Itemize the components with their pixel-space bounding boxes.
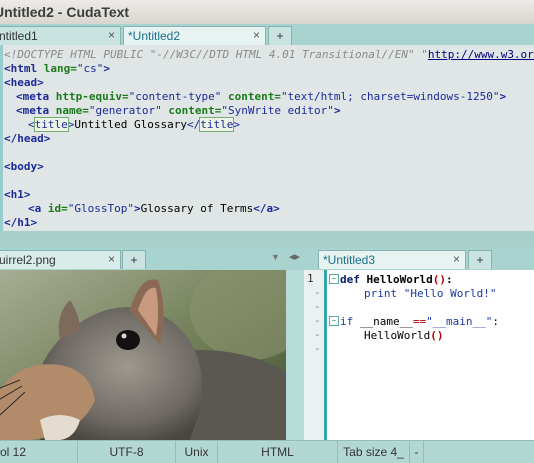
gutter-dot: - <box>314 286 321 299</box>
tab-label: ntitled1 <box>0 29 38 43</box>
code-line: <head> <box>4 76 44 89</box>
status-line-ending[interactable]: Unix <box>176 441 218 463</box>
tab-label: uirrel2.png <box>0 253 56 267</box>
status-lexer[interactable]: HTML <box>218 441 338 463</box>
line-number: 1 <box>307 272 314 285</box>
code-line: def HelloWorld(): <box>340 273 453 286</box>
close-icon[interactable]: × <box>108 28 115 42</box>
code-line: </h1> <box>4 216 38 229</box>
window-title: Untitled2 - CudaText <box>0 4 130 20</box>
url-link[interactable]: http://www.w3.org/TR/htm <box>428 48 534 61</box>
gutter-dot: - <box>314 342 321 355</box>
fold-toggle-icon[interactable]: − <box>329 274 339 284</box>
status-position[interactable]: ol 12 <box>0 441 78 463</box>
status-tab-size[interactable]: Tab size 4_ <box>338 441 410 463</box>
horizontal-splitter[interactable] <box>0 231 534 247</box>
code-line: <!DOCTYPE HTML PUBLIC "-//W3C//DTD HTML … <box>4 48 534 62</box>
gutter-dot: - <box>314 314 321 327</box>
status-encoding[interactable]: UTF-8 <box>78 441 176 463</box>
code-line: HelloWorld() <box>364 329 444 342</box>
tab-label: *Untitled2 <box>128 29 181 43</box>
code-line: <meta http-equiv="content-type" content=… <box>16 90 507 103</box>
split-arrows-icon[interactable]: ◂▸ <box>289 250 300 263</box>
title-bar: Untitled2 - CudaText <box>0 0 534 24</box>
plus-icon: + <box>476 253 484 267</box>
gutter-dot: - <box>314 300 321 313</box>
line-number-gutter: 1 - - - - - <box>304 270 324 440</box>
current-line-marker <box>324 270 327 440</box>
add-tab-button[interactable]: + <box>122 250 146 269</box>
add-tab-button[interactable]: + <box>468 250 492 269</box>
code-line: </head> <box>4 132 51 145</box>
add-tab-button[interactable]: + <box>268 26 292 45</box>
close-icon[interactable]: × <box>253 28 260 42</box>
tab-untitled2[interactable]: *Untitled2 × <box>123 26 266 45</box>
code-line: <body> <box>4 160 44 173</box>
code-line: print "Hello World!" <box>364 287 497 300</box>
gutter-dot: - <box>314 328 321 341</box>
tab-list-dropdown-icon[interactable]: ▼ <box>271 252 280 262</box>
bottom-left-tab-bar: uirrel2.png × + ▼ ◂▸ <box>0 247 304 270</box>
code-line: <h1> <box>4 188 31 201</box>
code-line: <title>Untitled Glossary</title> <box>28 117 240 132</box>
bottom-right-tab-bar: *Untitled3 × + <box>304 247 534 270</box>
close-icon[interactable]: × <box>453 252 460 266</box>
code-line: <html lang="cs"> <box>4 62 110 75</box>
close-icon[interactable]: × <box>108 252 115 266</box>
status-bar: ol 12 UTF-8 Unix HTML Tab size 4_ - <box>0 440 534 463</box>
html-editor[interactable]: <!DOCTYPE HTML PUBLIC "-//W3C//DTD HTML … <box>0 45 534 231</box>
python-editor[interactable]: 1 - - - - - − − def HelloWorld(): print … <box>304 270 534 440</box>
squirrel-image <box>0 270 286 440</box>
tab-label: *Untitled3 <box>323 253 376 267</box>
editor-gutter <box>0 45 3 231</box>
status-extra: - <box>410 441 424 463</box>
code-line: if __name__=="__main__": <box>340 315 499 328</box>
top-tab-bar: ntitled1 × *Untitled2 × + <box>0 24 534 45</box>
plus-icon: + <box>276 29 284 43</box>
code-line: <meta name="generator" content="SynWrite… <box>16 104 341 117</box>
code-line: <a id="GlossTop">Glossary of Terms</a> <box>28 202 280 215</box>
tab-untitled3[interactable]: *Untitled3 × <box>318 250 466 269</box>
tab-squirrel-image[interactable]: uirrel2.png × <box>0 250 121 269</box>
tab-untitled1[interactable]: ntitled1 × <box>0 26 121 45</box>
image-viewer <box>0 270 286 440</box>
fold-toggle-icon[interactable]: − <box>329 316 339 326</box>
plus-icon: + <box>130 253 138 267</box>
